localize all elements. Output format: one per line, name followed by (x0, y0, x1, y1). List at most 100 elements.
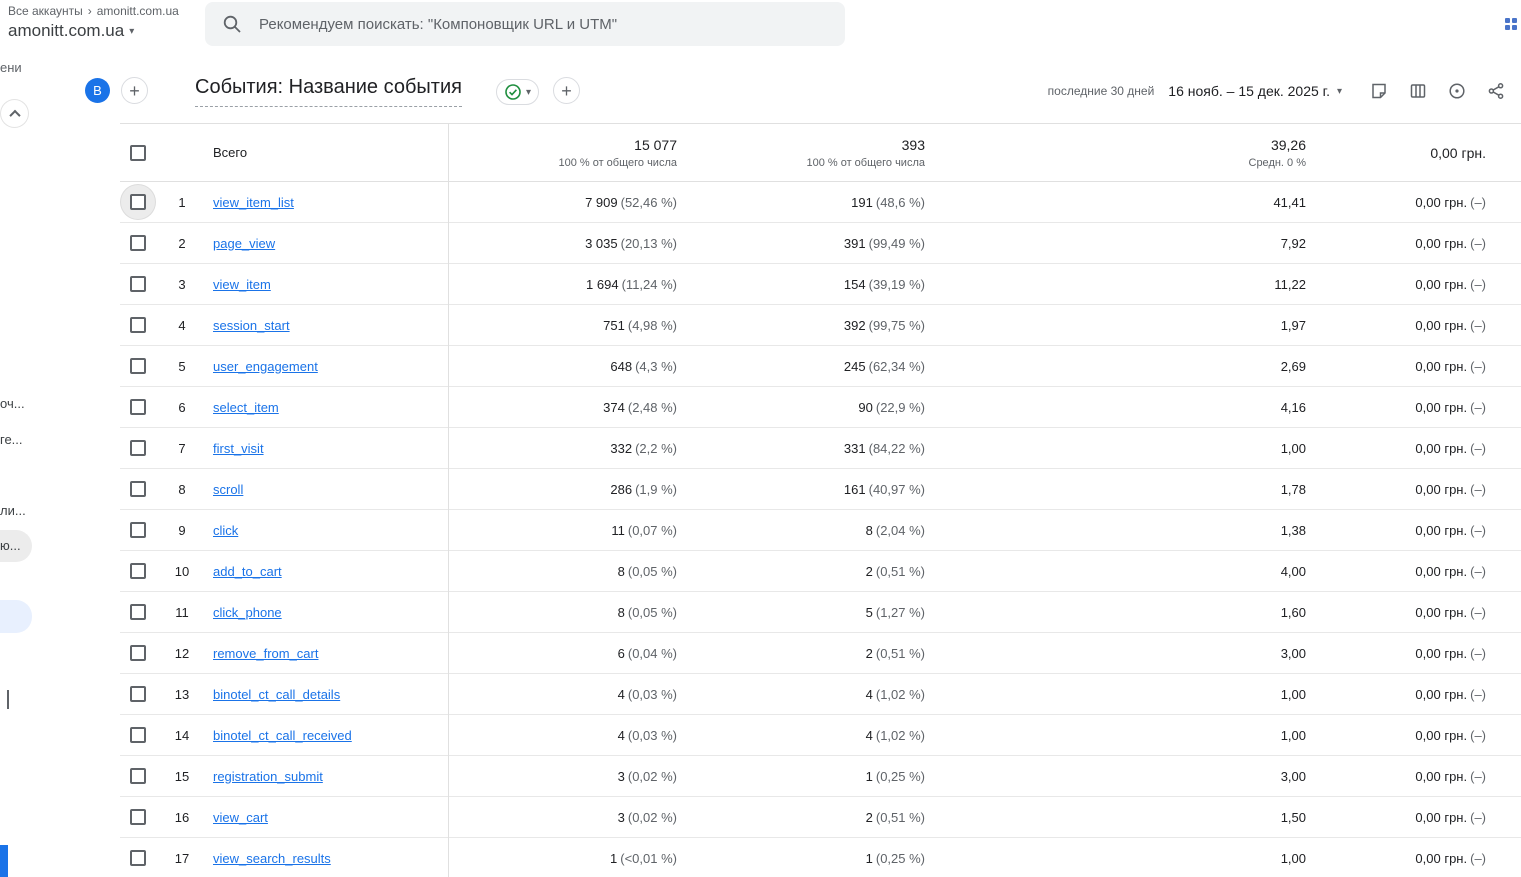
table-row: 16 view_cart 3 (0,02 %) 2 (0,51 %) 1,50 0,… (120, 797, 1521, 838)
date-range-selector[interactable]: 16 нояб. – 15 дек. 2025 г. ▾ (1168, 83, 1342, 99)
event-name-link[interactable]: view_cart (213, 810, 268, 825)
row-number: 8 (178, 481, 186, 497)
table-row: 11 click_phone 8 (0,05 %) 5 (1,27 %) 1,60 … (120, 592, 1521, 633)
account-name: amonitt.com.ua (8, 21, 125, 40)
total-users: 393 (901, 136, 925, 153)
total-count-per-user: 39,26 (1270, 136, 1306, 153)
event-name-link[interactable]: click_phone (213, 605, 282, 620)
breadcrumb-root[interactable]: Все аккаунты (8, 4, 83, 18)
event-name-link[interactable]: view_item (213, 277, 271, 292)
row-checkbox[interactable] (130, 604, 146, 620)
row-checkbox[interactable] (130, 317, 146, 333)
totals-label: Всего (213, 144, 248, 160)
users-count: 331 (843, 440, 866, 456)
totals-row: Всего 15 077 100 % от общего числа 393 1… (120, 124, 1521, 182)
count-per-user: 1,60 (1280, 604, 1306, 620)
event-name-link[interactable]: binotel_ct_call_received (213, 728, 352, 743)
users-count: 2 (865, 563, 873, 579)
select-all-checkbox[interactable] (130, 144, 146, 161)
row-checkbox[interactable] (130, 768, 146, 784)
users-count: 4 (865, 727, 873, 743)
event-name-link[interactable]: session_start (213, 318, 290, 333)
compare-button[interactable] (1407, 80, 1429, 102)
row-checkbox[interactable] (130, 358, 146, 374)
revenue-value: 0,00 грн. (1415, 481, 1468, 497)
row-checkbox[interactable] (130, 194, 146, 210)
add-tab-button[interactable]: + (121, 77, 148, 104)
total-count-per-user-sub: Средн. 0 % (1248, 156, 1307, 169)
sidebar-item-selected-pill[interactable] (0, 600, 32, 633)
table-row: 12 remove_from_cart 6 (0,04 %) 2 (0,51 %) … (120, 633, 1521, 674)
table-row: 13 binotel_ct_call_details 4 (0,03 %) 4 (1… (120, 674, 1521, 715)
row-checkbox[interactable] (130, 727, 146, 743)
row-checkbox[interactable] (130, 850, 146, 866)
users-count: 391 (843, 235, 866, 251)
row-checkbox[interactable] (130, 399, 146, 415)
row-checkbox[interactable] (130, 235, 146, 251)
row-checkbox[interactable] (130, 276, 146, 292)
chevron-down-icon: ▾ (526, 86, 532, 98)
event-name-link[interactable]: view_search_results (213, 851, 331, 866)
sidebar-section-collapse[interactable] (7, 690, 9, 710)
report-avatar[interactable]: B (85, 78, 110, 103)
dimension-applied-badge[interactable]: ▾ (496, 79, 540, 105)
table-body: 1 view_item_list 7 909 (52,46 %) 191 (48,6… (120, 182, 1521, 877)
account-selector[interactable]: amonitt.com.ua ▾ (8, 21, 179, 41)
row-checkbox[interactable] (130, 645, 146, 661)
count-per-user: 11,22 (1274, 276, 1306, 292)
event-name-link[interactable]: scroll (213, 482, 243, 497)
row-number: 14 (174, 727, 190, 743)
sidebar-item-truncated-2[interactable]: ге... (0, 432, 23, 447)
add-comparison-button[interactable]: + (553, 77, 580, 104)
report-title[interactable]: События: Название события (195, 76, 462, 107)
avatar-letter: B (93, 83, 102, 98)
revenue-value: 0,00 грн. (1415, 850, 1468, 866)
event-name-link[interactable]: add_to_cart (213, 564, 282, 579)
table-row: 2 page_view 3 035 (20,13 %) 391 (99,49 %) … (120, 223, 1521, 264)
breadcrumb-current[interactable]: amonitt.com.ua (97, 4, 179, 18)
insights-button[interactable] (1446, 80, 1468, 102)
revenue-note: (–) (1470, 481, 1486, 497)
row-number: 4 (178, 317, 186, 333)
revenue-note: (–) (1470, 235, 1486, 251)
users-count-pct: (0,25 %) (875, 850, 925, 866)
event-name-link[interactable]: registration_submit (213, 769, 323, 784)
sidebar-item-truncated-3[interactable]: ли... (0, 503, 26, 518)
events-table: Всего 15 077 100 % от общего числа 393 1… (120, 123, 1521, 877)
sidebar-item-truncated-1[interactable]: оч... (0, 396, 25, 411)
users-count: 1 (865, 850, 873, 866)
event-name-link[interactable]: click (213, 523, 238, 538)
table-row: 4 session_start 751 (4,98 %) 392 (99,75 %)… (120, 305, 1521, 346)
event-name-link[interactable]: view_item_list (213, 195, 294, 210)
revenue-value: 0,00 грн. (1415, 522, 1468, 538)
event-count: 286 (610, 481, 633, 497)
event-name-link[interactable]: remove_from_cart (213, 646, 318, 661)
share-button[interactable] (1485, 80, 1507, 102)
row-checkbox[interactable] (130, 481, 146, 497)
row-checkbox[interactable] (130, 563, 146, 579)
users-count-pct: (0,25 %) (875, 768, 925, 784)
event-name-link[interactable]: binotel_ct_call_details (213, 687, 340, 702)
search-bar[interactable]: Рекомендуем поискать: "Компоновщик URL и… (205, 2, 845, 46)
sidebar-item-realtime-truncated[interactable]: ени (0, 60, 22, 75)
users-count: 191 (851, 194, 873, 210)
chevron-up-icon (8, 109, 21, 121)
users-count: 8 (865, 522, 873, 538)
row-number: 11 (175, 604, 189, 620)
row-checkbox[interactable] (130, 809, 146, 825)
event-count-pct: (20,13 %) (620, 235, 677, 251)
event-name-link[interactable]: user_engagement (213, 359, 318, 374)
event-count-pct: (<0,01 %) (620, 850, 677, 866)
table-row: 9 click 11 (0,07 %) 8 (2,04 %) 1,38 0,00 г… (120, 510, 1521, 551)
sidebar-collapse-button[interactable] (1, 100, 28, 127)
event-name-link[interactable]: select_item (213, 400, 279, 415)
row-checkbox[interactable] (130, 440, 146, 456)
event-name-link[interactable]: page_view (213, 236, 275, 251)
sidebar-item-truncated-4[interactable]: ю... (0, 538, 21, 553)
notes-button[interactable] (1368, 80, 1390, 102)
row-checkbox[interactable] (130, 522, 146, 538)
apps-grid-icon[interactable] (1505, 18, 1517, 30)
table-row: 15 registration_submit 3 (0,02 %) 1 (0,25 … (120, 756, 1521, 797)
row-checkbox[interactable] (130, 686, 146, 702)
event-name-link[interactable]: first_visit (213, 441, 264, 456)
